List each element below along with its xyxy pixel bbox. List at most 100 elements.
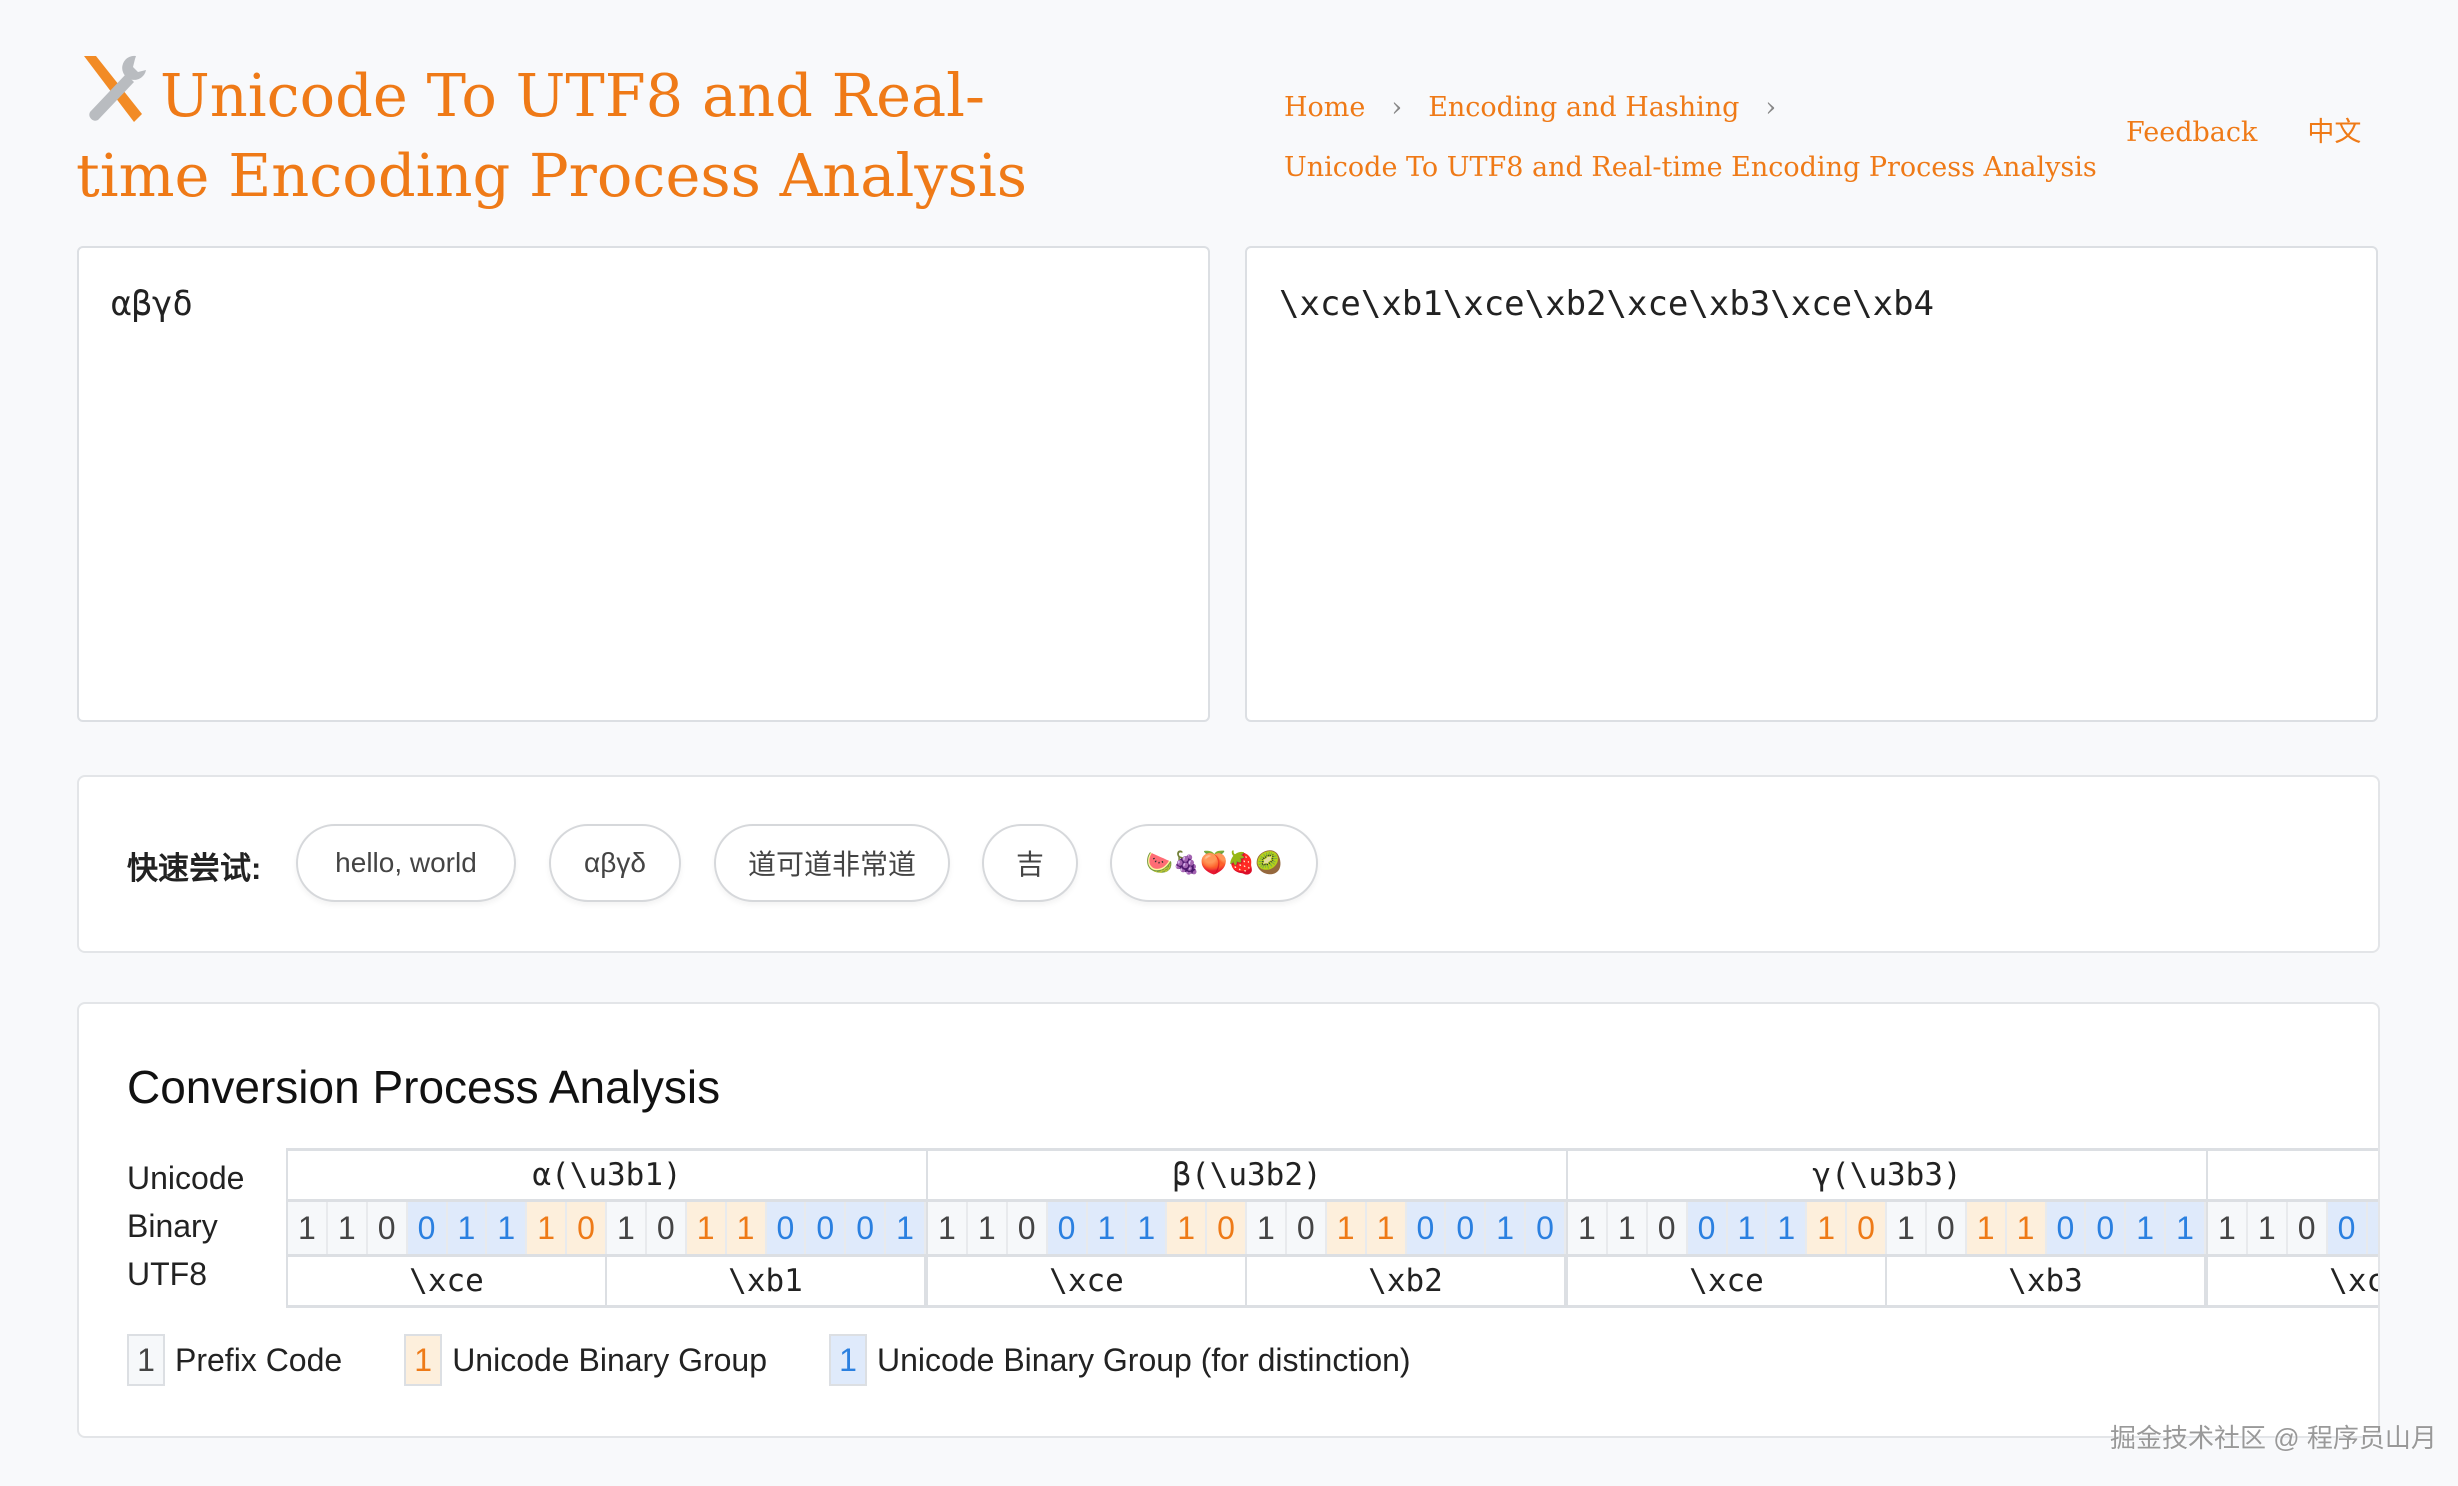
bit-cell: 1 [1087, 1202, 1128, 1254]
utf8-byte-cell: \xce [2208, 1257, 2378, 1305]
row-label-binary: Binary [127, 1208, 218, 1244]
legend-label: Prefix Code [175, 1341, 343, 1378]
breadcrumb-current[interactable]: Unicode To UTF8 and Real-time Encoding P… [1284, 152, 2097, 183]
watermark: 掘金技术社区 @ 程序员山月 [2110, 1423, 2437, 1453]
bit-cell: 1 [1568, 1202, 1608, 1254]
bit-cell: 1 [2208, 1202, 2248, 1254]
bit-cell: 1 [447, 1202, 488, 1254]
bit-cell: 1 [607, 1202, 647, 1254]
feedback-link[interactable]: Feedback [2126, 117, 2257, 148]
page-title: Unicode To UTF8 and Real-time Encoding P… [76, 52, 1056, 216]
legend-unicode-group: 1 Unicode Binary Group [404, 1334, 767, 1386]
chevron-right-icon: › [1391, 92, 1403, 123]
legend-label: Unicode Binary Group [452, 1341, 768, 1378]
char-unicode-cell: γ(\u3b3) [1568, 1151, 2206, 1202]
binary-row: 1100111010110001 [288, 1202, 926, 1257]
bit-cell: 0 [567, 1202, 607, 1254]
quick-try-ji[interactable]: 吉 [982, 824, 1078, 902]
bit-cell: 0 [2086, 1202, 2127, 1254]
utf8-byte-cell: \xb3 [1887, 1257, 2206, 1305]
legend-label: Unicode Binary Group (for distinction) [877, 1341, 1411, 1378]
legend-unicode-group-alt: 1 Unicode Binary Group (for distinction) [829, 1334, 1411, 1386]
bit-cell: 0 [2327, 1202, 2368, 1254]
unicode-input-value: αβγδ [111, 284, 193, 324]
language-switch[interactable]: 中文 [2307, 117, 2361, 148]
bit-cell: 0 [1847, 1202, 1887, 1254]
breadcrumb-home[interactable]: Home [1284, 92, 1365, 123]
bit-cell: 0 [806, 1202, 847, 1254]
bit-cell: 0 [1446, 1202, 1487, 1254]
bit-cell: 0 [367, 1202, 408, 1254]
bit-cell: 1 [967, 1202, 1008, 1254]
bit-cell: 0 [1406, 1202, 1447, 1254]
bit-cell: 1 [686, 1202, 727, 1254]
analysis-title: Conversion Process Analysis [127, 1061, 721, 1113]
bit-cell: 1 [1247, 1202, 1287, 1254]
bit-cell: 1 [527, 1202, 568, 1254]
bit-cell: 0 [1526, 1202, 1566, 1254]
legend-swatch: 1 [829, 1334, 868, 1386]
utf8-row: \xce \xb2 [928, 1257, 1566, 1305]
utf8-byte-cell: \xce [928, 1257, 1247, 1305]
bit-cell: 1 [487, 1202, 528, 1254]
binary-row: 1100111010110100 [2208, 1202, 2378, 1257]
bit-cell: 0 [2046, 1202, 2087, 1254]
bit-cell: 1 [1326, 1202, 1367, 1254]
bit-cell: 1 [1966, 1202, 2007, 1254]
quick-try-greek[interactable]: αβγδ [549, 824, 681, 902]
bit-cell: 1 [886, 1202, 926, 1254]
breadcrumb: Home › Encoding and Hashing › Unicode To UT… [1284, 78, 2097, 198]
utf8-row: \xce \xb3 [1568, 1257, 2206, 1305]
char-column: β(\u3b2) 1 1 0 0 1 1 1 0 1 0 1 1 0 0 1 0 \xce \xb2 [926, 1151, 1566, 1305]
row-label-unicode: Unicode [127, 1160, 245, 1196]
utf8-byte-cell: \xce [1568, 1257, 1887, 1305]
unicode-input[interactable]: αβγδ [77, 246, 1210, 722]
quick-try-hello-world[interactable]: hello, world [296, 824, 516, 902]
utf8-row: \xce\xb4 [2208, 1257, 2378, 1305]
bit-cell: 1 [726, 1202, 767, 1254]
bit-cell: 0 [766, 1202, 807, 1254]
bit-cell: 1 [2166, 1202, 2206, 1254]
char-column: α(\u3b1) 1 1 0 0 1 1 1 0 1 0 1 1 0 0 0 1 \xce \xb1 [286, 1151, 926, 1305]
bit-cell: 0 [1926, 1202, 1967, 1254]
utf8-byte-cell: \xb2 [1247, 1257, 1566, 1305]
bit-cell: 0 [1286, 1202, 1327, 1254]
utf8-output-value: \xce\xb1\xce\xb2\xce\xb3\xce\xb4 [1279, 284, 1935, 324]
legend: 1 Prefix Code 1 Unicode Binary Group 1 Unic… [127, 1334, 1473, 1386]
utf8-row: \xce \xb1 [288, 1257, 926, 1305]
bit-cell: 0 [407, 1202, 448, 1254]
bit-cell: 1 [2126, 1202, 2167, 1254]
bit-cell: 1 [2247, 1202, 2288, 1254]
analysis-card: Conversion Process Analysis Unicode Bina… [77, 1002, 2380, 1438]
chevron-right-icon: › [1765, 92, 1777, 123]
bit-cell: 1 [327, 1202, 368, 1254]
char-unicode-cell: β(\u3b2) [928, 1151, 1566, 1202]
quick-try-emoji[interactable]: 🍉🍇🍑🍓🥝 [1110, 824, 1318, 902]
bit-cell: 0 [646, 1202, 687, 1254]
bit-cell: 1 [1366, 1202, 1407, 1254]
utf8-byte-cell: \xb1 [607, 1257, 926, 1305]
quick-try-chinese[interactable]: 道可道非常道 [714, 824, 950, 902]
bit-cell: 1 [1607, 1202, 1648, 1254]
bit-cell: 1 [928, 1202, 968, 1254]
row-label-utf8: UTF8 [127, 1256, 207, 1292]
binary-row: 1100111010110010 [928, 1202, 1566, 1257]
bit-cell: 0 [2287, 1202, 2328, 1254]
tools-icon [76, 52, 150, 124]
char-unicode-cell: α(\u3b1) [288, 1151, 926, 1202]
bit-cell: 1 [1486, 1202, 1527, 1254]
legend-swatch: 1 [127, 1334, 165, 1386]
bit-cell: 1 [2006, 1202, 2047, 1254]
utf8-output[interactable]: \xce\xb1\xce\xb2\xce\xb3\xce\xb4 [1245, 246, 2378, 722]
page-title-text: Unicode To UTF8 and Real-time Encoding P… [76, 61, 1028, 210]
quick-try-card: 快速尝试: hello, world αβγδ 道可道非常道 吉 🍉🍇🍑🍓🥝 [77, 775, 2380, 953]
utf8-byte-cell: \xce [288, 1257, 607, 1305]
breadcrumb-encoding-hashing[interactable]: Encoding and Hashing [1428, 92, 1739, 123]
bit-cell: 0 [1207, 1202, 1247, 1254]
char-unicode-cell: δ(\u3b4) [2208, 1151, 2378, 1202]
bit-cell: 0 [846, 1202, 887, 1254]
bit-cell: 1 [1127, 1202, 1168, 1254]
row-labels: Unicode Binary UTF8 [127, 1154, 244, 1298]
binary-row: 1100111010110011 [1568, 1202, 2206, 1257]
encoding-table[interactable]: α(\u3b1) 1 1 0 0 1 1 1 0 1 0 1 1 0 0 0 1 \xce \xb1 β(\u3b2)… [286, 1148, 2378, 1308]
